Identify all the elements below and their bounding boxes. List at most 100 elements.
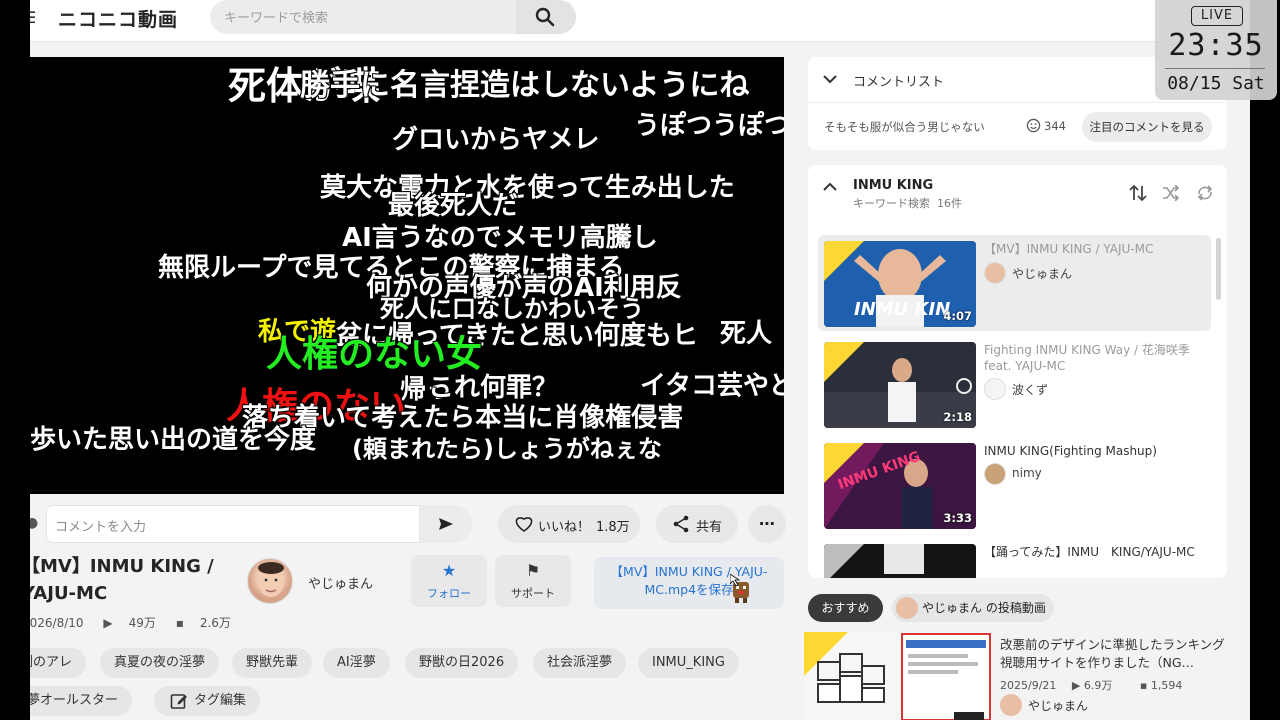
playlist-item-title[interactable]: Fighting INMU KING Way / 花海咲季 feat. YAJU… xyxy=(984,342,1206,374)
tab-owner-videos[interactable]: やじゅまん の投稿動画 xyxy=(892,594,1054,622)
face-icon xyxy=(258,562,284,597)
view-count-value: 6.9万 xyxy=(1083,679,1113,692)
download-button[interactable]: 【MV】INMU KING / YAJU-MC.mp4を保存 xyxy=(594,557,784,609)
video-meta: 2026/8/10 ▶ 49万 ▪ 2.6万 xyxy=(30,614,247,631)
video-duration: 3:33 xyxy=(943,511,972,525)
video-thumbnail: 2:18 xyxy=(824,342,976,428)
recommended-video-owner[interactable]: やじゅまん xyxy=(1028,697,1088,714)
owner-avatar xyxy=(984,463,1006,485)
video-thumbnail: INMU KING 3:33 xyxy=(824,443,976,529)
playlist-item-title[interactable]: INMU KING(Fighting Mashup) xyxy=(984,443,1206,459)
video-thumbnail: INMU KIN 4:07 xyxy=(824,241,976,327)
playlist-panel: INMU KING キーワード検索 16件 INMU KIN 4:07 【MV】… xyxy=(808,165,1227,578)
thumbnail-image xyxy=(804,632,992,720)
playlist-item-title[interactable]: 【MV】INMU KING / YAJU-MC xyxy=(984,241,1206,257)
tag[interactable]: INMU_KING xyxy=(638,648,739,678)
video-duration: 2:18 xyxy=(943,410,972,424)
tag[interactable]: 社会派淫夢 xyxy=(533,648,627,678)
search-input[interactable]: キーワードで検索 xyxy=(224,7,328,26)
owner-avatar xyxy=(984,378,1006,400)
share-button[interactable]: 共有 xyxy=(656,505,738,543)
comment-list-title[interactable]: コメントリスト xyxy=(853,71,944,90)
live-clock-overlay: LIVE 23:35 08/15 Sat xyxy=(1155,0,1277,100)
share-label: 共有 xyxy=(696,520,723,535)
playlist-source: キーワード検索 xyxy=(853,197,930,210)
comment-send-button[interactable] xyxy=(420,505,472,543)
smile-icon xyxy=(1026,118,1041,133)
recommended-video-title[interactable]: 改悪前のデザインに準拠したランキング視聴用サイトを作りました（NG… xyxy=(1000,636,1234,672)
owner-avatar[interactable] xyxy=(247,558,293,604)
chevron-down-icon[interactable] xyxy=(822,71,838,87)
follow-label: フォロー xyxy=(427,587,471,600)
playlist-item[interactable]: INMU KIN 4:07 【MV】INMU KING / YAJU-MC やじ… xyxy=(818,235,1211,331)
danmaku-comment: イタコ芸やど xyxy=(640,371,784,401)
follow-button[interactable]: ★ フォロー xyxy=(411,555,487,607)
comment-icon: ● xyxy=(30,515,39,531)
comment-input[interactable]: コメントを入力 xyxy=(46,505,420,543)
recommended-video-meta: 2025/9/21 ▶ 6.9万 ▪ 1,594 xyxy=(1000,677,1206,693)
like-label: いいね！ xyxy=(538,520,591,535)
repeat-icon[interactable] xyxy=(1196,185,1214,201)
tag[interactable]: 淫夢オールスター xyxy=(30,686,133,716)
playlist-subtitle: キーワード検索 16件 xyxy=(853,195,962,211)
tab-owner-videos-label: やじゅまん の投稿動画 xyxy=(922,601,1046,615)
tag[interactable]: 例のアレ xyxy=(30,648,87,678)
pencil-square-icon xyxy=(170,694,187,709)
playlist-scrollbar[interactable] xyxy=(1216,238,1221,300)
site-logo[interactable]: ニコニコ動画 xyxy=(58,5,178,32)
like-count: 1.8万 xyxy=(596,520,630,535)
playlist-item[interactable]: 【踊ってみた】INMU KING/YAJU-MC xyxy=(818,538,1211,578)
danmaku-comment: 死人に口なしかわいそう xyxy=(380,295,644,323)
badge xyxy=(824,544,864,578)
tag[interactable]: 野獣先輩 xyxy=(232,648,313,678)
flag-icon: ⚑ xyxy=(525,561,541,580)
tag-edit-button[interactable]: タグ編集 xyxy=(154,686,261,716)
thumbnail-text: INMU KIN xyxy=(854,299,951,320)
comment-input-placeholder: コメントを入力 xyxy=(55,520,147,535)
playing-badge xyxy=(824,241,864,281)
tag[interactable]: 野獣の日2026 xyxy=(405,648,519,678)
playlist-item-owner: 波くず xyxy=(1012,383,1049,397)
comment-count-value: 1,594 xyxy=(1150,679,1183,692)
upload-date: 2025/9/21 xyxy=(1000,679,1057,692)
tag-edit-label: タグ編集 xyxy=(194,693,247,708)
danmaku-comment: 勝手に名言捏造はしないようにね xyxy=(300,68,750,103)
search-button[interactable] xyxy=(516,0,576,34)
hamburger-menu-icon[interactable]: ☰ xyxy=(30,8,36,27)
upload-date: 2026/8/10 xyxy=(30,616,84,630)
video-thumbnail xyxy=(824,544,976,578)
highlighted-comments-button[interactable]: 注目のコメントを見る xyxy=(1082,112,1212,142)
clock-time: 23:35 xyxy=(1168,28,1264,63)
like-button[interactable]: いいね！ 1.8万 xyxy=(498,505,640,543)
danmaku-comment: (頼まれたら)しょうがねぇな xyxy=(352,435,662,463)
comment-controls: ● コメントを入力 いいね！ 1.8万 共有 ⋯ xyxy=(30,505,786,545)
divider xyxy=(808,102,1227,103)
support-button[interactable]: ⚑ サポート xyxy=(495,555,571,607)
playlist-item[interactable]: 2:18 Fighting INMU KING Way / 花海咲季 feat.… xyxy=(818,336,1211,432)
star-icon: ★ xyxy=(441,561,457,580)
tab-recommended[interactable]: おすすめ xyxy=(808,594,883,622)
mascot-cursor-icon xyxy=(730,574,749,603)
tag[interactable]: 真夏の夜の淫夢 xyxy=(100,648,220,678)
niconico-app: ☰ ニコニコ動画 キーワードで検索 死体が喋 勝手に名言捏造はしないようにね う… xyxy=(30,0,1250,720)
search-bar: キーワードで検索 xyxy=(210,0,576,34)
more-options-button[interactable]: ⋯ xyxy=(748,505,786,543)
sort-icon[interactable] xyxy=(1128,183,1148,203)
danmaku-comment: AI言うなのでメモリ高騰し xyxy=(342,223,658,253)
playlist-title: INMU KING xyxy=(853,178,934,193)
danmaku-comment: これ何罪？ xyxy=(428,373,559,403)
tag[interactable]: AI淫夢 xyxy=(323,648,390,678)
danmaku-comment: うぽつうぽつ xyxy=(634,111,784,141)
shuffle-icon[interactable] xyxy=(1162,185,1180,201)
video-player[interactable]: 死体が喋 勝手に名言捏造はしないようにね うぽつうぽつ グロいからヤメレ 莫大な… xyxy=(30,57,784,494)
owner-name[interactable]: やじゅまん xyxy=(308,573,373,592)
playlist-item-title[interactable]: 【踊ってみた】INMU KING/YAJU-MC xyxy=(984,544,1206,560)
video-thumbnail xyxy=(804,632,992,720)
comment-count: 2.6万 xyxy=(199,616,231,630)
playlist-count: 16件 xyxy=(937,197,962,210)
owner-avatar xyxy=(1000,694,1022,716)
recommended-video[interactable]: 改悪前のデザインに準拠したランキング視聴用サイトを作りました（NG… 2025/… xyxy=(804,632,1234,720)
live-badge: LIVE xyxy=(1191,6,1243,26)
playlist-item[interactable]: INMU KING 3:33 INMU KING(Fighting Mashup… xyxy=(818,437,1211,533)
chevron-up-icon[interactable] xyxy=(822,179,838,195)
